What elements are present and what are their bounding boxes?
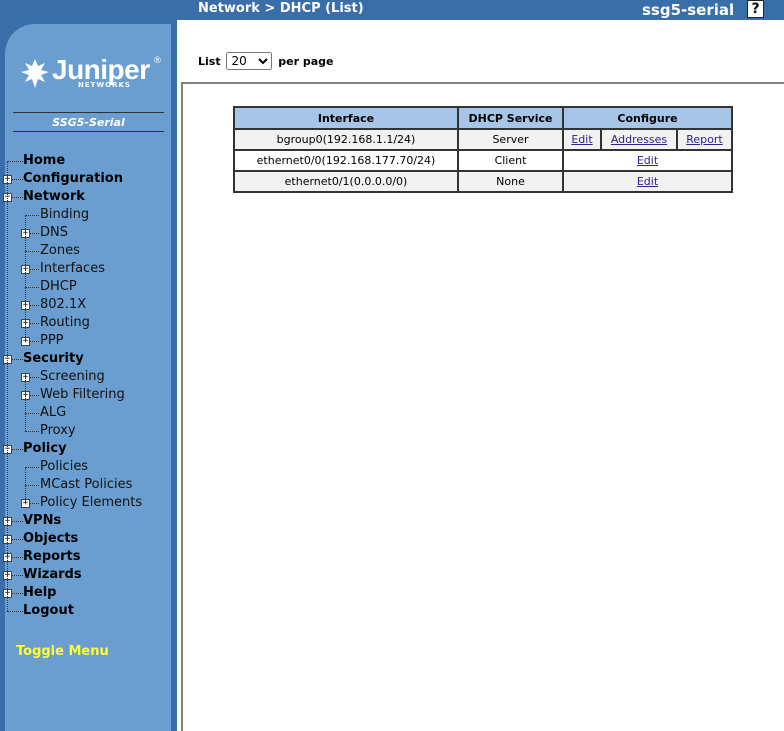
edit-link[interactable]: Edit — [571, 133, 592, 146]
interface-cell: bgroup0(192.168.1.1/24) — [233, 128, 459, 151]
nav-item-policies[interactable]: Policies — [40, 459, 88, 475]
interface-cell: ethernet0/0(192.168.177.70/24) — [233, 149, 459, 172]
tree-connector — [25, 485, 39, 486]
dhcp-table: Interface DHCP Service Configure bgroup0… — [233, 106, 733, 193]
report-link[interactable]: Report — [686, 133, 722, 146]
tree-connector — [25, 467, 39, 468]
sidebar: Juniper ® NETWORKS SSG5-Serial Home + Conf… — [0, 20, 177, 731]
configure-cell: Edit — [562, 170, 733, 193]
tree-line — [25, 215, 26, 341]
nav-item-alg[interactable]: ALG — [40, 405, 66, 421]
list-label: List — [198, 55, 221, 68]
tree-connector — [25, 251, 39, 252]
tree-connector — [25, 215, 39, 216]
table-row: bgroup0(192.168.1.1/24) Server Edit Addr… — [233, 128, 733, 151]
toggle-menu-link[interactable]: Toggle Menu — [16, 644, 109, 659]
per-page-label: per page — [278, 55, 334, 68]
device-model: SSG5-Serial — [52, 116, 125, 129]
nav-item-logout[interactable]: Logout — [23, 603, 74, 619]
juniper-logo: Juniper ® NETWORKS — [18, 54, 163, 94]
nav-item-web-filtering[interactable]: Web Filtering — [40, 387, 125, 403]
configure-cell: Report — [676, 128, 733, 151]
column-header-configure: Configure — [562, 106, 733, 130]
configure-cell: Edit — [562, 149, 733, 172]
tree-connector — [7, 161, 23, 162]
edit-link[interactable]: Edit — [637, 175, 658, 188]
service-cell: Client — [457, 149, 564, 172]
nav-item-mcast-policies[interactable]: MCast Policies — [40, 477, 132, 493]
nav-item-routing[interactable]: Routing — [40, 315, 90, 331]
logo-registered-mark: ® — [153, 56, 162, 66]
per-page-select[interactable]: 20 — [226, 52, 273, 70]
divider — [13, 131, 164, 132]
configure-cell: Edit — [562, 128, 602, 151]
top-bar: Network > DHCP (List) ssg5-serial ? — [0, 0, 784, 20]
nav-item-dns[interactable]: DNS — [40, 225, 68, 241]
nav-item-configuration[interactable]: Configuration — [23, 171, 123, 187]
tree-connector — [25, 413, 39, 414]
logo-subtext: NETWORKS — [78, 81, 131, 89]
nav-item-network[interactable]: Network — [23, 189, 85, 205]
addresses-link[interactable]: Addresses — [611, 133, 667, 146]
tree-line — [25, 377, 26, 431]
tree-connector — [7, 611, 23, 612]
interface-cell: ethernet0/1(0.0.0.0/0) — [233, 170, 459, 193]
page-title: Network > DHCP (List) — [198, 1, 364, 16]
tree-connector — [25, 287, 39, 288]
table-header-row: Interface DHCP Service Configure — [233, 106, 733, 130]
nav-item-zones[interactable]: Zones — [40, 243, 80, 259]
tree-line — [7, 161, 8, 611]
configure-cell: Addresses — [600, 128, 678, 151]
nav-item-screening[interactable]: Screening — [40, 369, 105, 385]
nav-item-policy-elements[interactable]: Policy Elements — [40, 495, 142, 511]
nav-item-wizards[interactable]: Wizards — [23, 567, 82, 583]
hostname: ssg5-serial — [642, 1, 735, 19]
nav-item-objects[interactable]: Objects — [23, 531, 78, 547]
tree-connector — [25, 431, 39, 432]
nav-item-ppp[interactable]: PPP — [40, 333, 64, 349]
nav-item-dhcp[interactable]: DHCP — [40, 279, 77, 295]
juniper-leaf-icon — [21, 59, 49, 88]
table-row: ethernet0/1(0.0.0.0/0) None Edit — [233, 170, 733, 193]
per-page-control: List 20 per page — [198, 52, 334, 70]
nav-item-802-1x[interactable]: 802.1X — [40, 297, 86, 313]
nav-item-proxy[interactable]: Proxy — [40, 423, 76, 439]
nav-item-reports[interactable]: Reports — [23, 549, 80, 565]
nav-item-policy[interactable]: Policy — [23, 441, 67, 457]
service-cell: Server — [457, 128, 564, 151]
nav-item-home[interactable]: Home — [23, 153, 65, 169]
nav-item-help[interactable]: Help — [23, 585, 56, 601]
nav-item-interfaces[interactable]: Interfaces — [40, 261, 105, 277]
edit-link[interactable]: Edit — [637, 154, 658, 167]
tree-line — [25, 467, 26, 503]
column-header-interface: Interface — [233, 106, 459, 130]
main-content: List 20 per page Interface DHCP Service … — [177, 20, 784, 731]
divider — [13, 112, 164, 113]
nav-item-binding[interactable]: Binding — [40, 207, 89, 223]
help-button[interactable]: ? — [747, 0, 764, 18]
nav-item-security[interactable]: Security — [23, 351, 84, 367]
service-cell: None — [457, 170, 564, 193]
column-header-dhcp-service: DHCP Service — [457, 106, 564, 130]
nav-item-vpns[interactable]: VPNs — [23, 513, 61, 529]
table-row: ethernet0/0(192.168.177.70/24) Client Ed… — [233, 149, 733, 172]
